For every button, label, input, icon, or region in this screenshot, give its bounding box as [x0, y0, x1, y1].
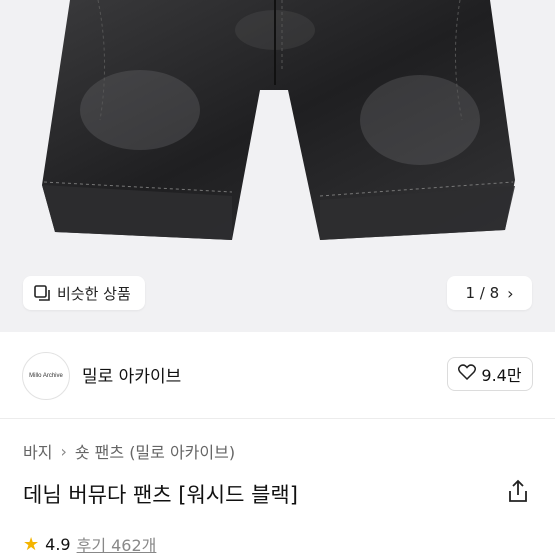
star-icon: ★: [23, 533, 40, 555]
product-title: 데님 버뮤다 팬츠 [워시드 블랙]: [23, 483, 298, 507]
chevron-right-icon: ›: [60, 441, 67, 461]
similar-products-label: 비슷한 상품: [57, 284, 131, 303]
image-pager[interactable]: 1 / 8 ›: [447, 276, 532, 310]
similar-products-button[interactable]: 비슷한 상품: [23, 276, 145, 310]
breadcrumb: 바지 › 숏 팬츠 (밀로 아카이브): [23, 439, 235, 463]
product-image-gallery[interactable]: 비슷한 상품 1 / 8 ›: [0, 0, 555, 332]
share-icon[interactable]: [506, 479, 530, 505]
pager-count: 1 / 8: [465, 284, 500, 302]
like-button[interactable]: 9.4만: [447, 357, 533, 391]
rating-score: 4.9: [45, 534, 71, 554]
like-count: 9.4만: [481, 366, 522, 385]
heart-icon: [458, 364, 477, 384]
rating-row: ★ 4.9 후기 462개: [23, 532, 156, 556]
chevron-right-icon[interactable]: ›: [507, 284, 513, 303]
reviews-link[interactable]: 후기 462개: [77, 532, 157, 556]
breadcrumb-subcategory[interactable]: 숏 팬츠 (밀로 아카이브): [75, 439, 235, 463]
breadcrumb-category[interactable]: 바지: [23, 439, 52, 463]
brand-name[interactable]: 밀로 아카이브: [82, 362, 181, 387]
brand-logo[interactable]: Millo Archive: [22, 352, 70, 400]
copy-icon: [33, 284, 51, 302]
